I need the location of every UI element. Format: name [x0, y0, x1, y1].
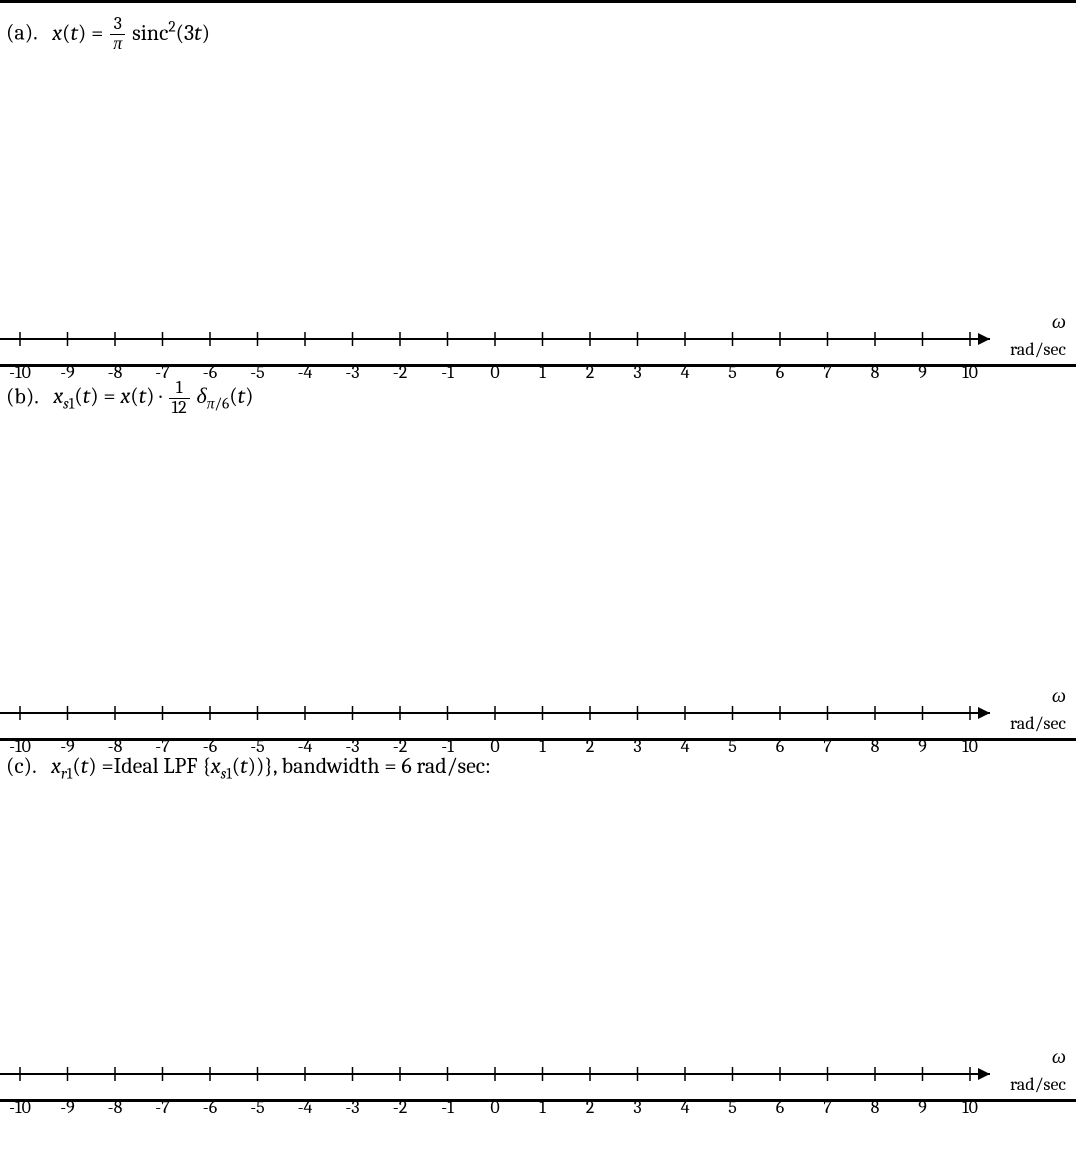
axis-tick-label: -9	[60, 1097, 75, 1118]
axis-tick-label: 6	[776, 1097, 784, 1118]
plot-area: -10-9-8-7-6-5-4-3-2-1012345678910ωrad/se…	[0, 418, 1076, 738]
axis-svg	[0, 1059, 1076, 1099]
axis-tick-label: -10	[9, 1097, 31, 1118]
axis-tick-label: 8	[871, 1097, 880, 1118]
axis-tick-label: 7	[823, 1097, 831, 1118]
axis-tick-label: 9	[918, 1097, 927, 1118]
panel-equation: xr1(t) =Ideal LPF {xs1(t))}, bandwidth =…	[51, 753, 491, 779]
axis-tick-label: 1	[539, 1097, 546, 1118]
axis-variable-label: ω	[1052, 1045, 1066, 1069]
panel-b: (b). xs1(t) = x(t) · 112 δπ/6(t)-10-9-8-…	[0, 367, 1076, 741]
panel-caption: (b). xs1(t) = x(t) · 112 δπ/6(t)	[0, 373, 1076, 418]
plot-area: -10-9-8-7-6-5-4-3-2-1012345678910ωrad/se…	[0, 54, 1076, 364]
axis-tick-label: -4	[298, 1097, 313, 1118]
axis-unit-label: rad/sec	[1010, 339, 1066, 360]
panel-caption: (c). xr1(t) =Ideal LPF {xs1(t))}, bandwi…	[0, 747, 1076, 779]
axis-tick-label: 10	[962, 1097, 978, 1118]
axis-tick-label: 2	[586, 1097, 595, 1118]
panel-c: (c). xr1(t) =Ideal LPF {xs1(t))}, bandwi…	[0, 741, 1076, 1102]
axis-svg	[0, 324, 1076, 364]
plot-area: -10-9-8-7-6-5-4-3-2-1012345678910ωrad/se…	[0, 779, 1076, 1099]
axis-tick-label: -6	[203, 1097, 217, 1118]
panel-label: (a).	[6, 20, 38, 46]
axis-tick-label: 4	[681, 1097, 690, 1118]
panel-equation: x(t) = 3π sinc2(3t)	[52, 20, 210, 46]
axis-tick-label: -1	[441, 1097, 453, 1118]
axis-tick-label: -8	[108, 1097, 123, 1118]
page: (a). x(t) = 3π sinc2(3t)-10-9-8-7-6-5-4-…	[0, 0, 1076, 1102]
axis-unit-label: rad/sec	[1010, 713, 1066, 734]
axis-tick-label: -5	[250, 1097, 264, 1118]
axis-tick-label: -7	[155, 1097, 169, 1118]
axis-variable-label: ω	[1052, 684, 1066, 708]
axis-variable-label: ω	[1052, 310, 1066, 334]
axis-tick-label: 0	[490, 1097, 499, 1118]
axis-svg	[0, 698, 1076, 738]
axis-tick-label: 5	[728, 1097, 737, 1118]
axis-tick-label: -2	[393, 1097, 407, 1118]
axis-unit-label: rad/sec	[1010, 1074, 1066, 1095]
panel-label: (c).	[6, 753, 37, 779]
panel-a: (a). x(t) = 3π sinc2(3t)-10-9-8-7-6-5-4-…	[0, 3, 1076, 367]
panel-label: (b).	[6, 383, 39, 409]
panel-equation: xs1(t) = x(t) · 112 δπ/6(t)	[53, 383, 253, 409]
axis-tick-label: -3	[345, 1097, 359, 1118]
axis-tick-label: 3	[633, 1097, 641, 1118]
panel-caption: (a). x(t) = 3π sinc2(3t)	[0, 9, 1076, 54]
